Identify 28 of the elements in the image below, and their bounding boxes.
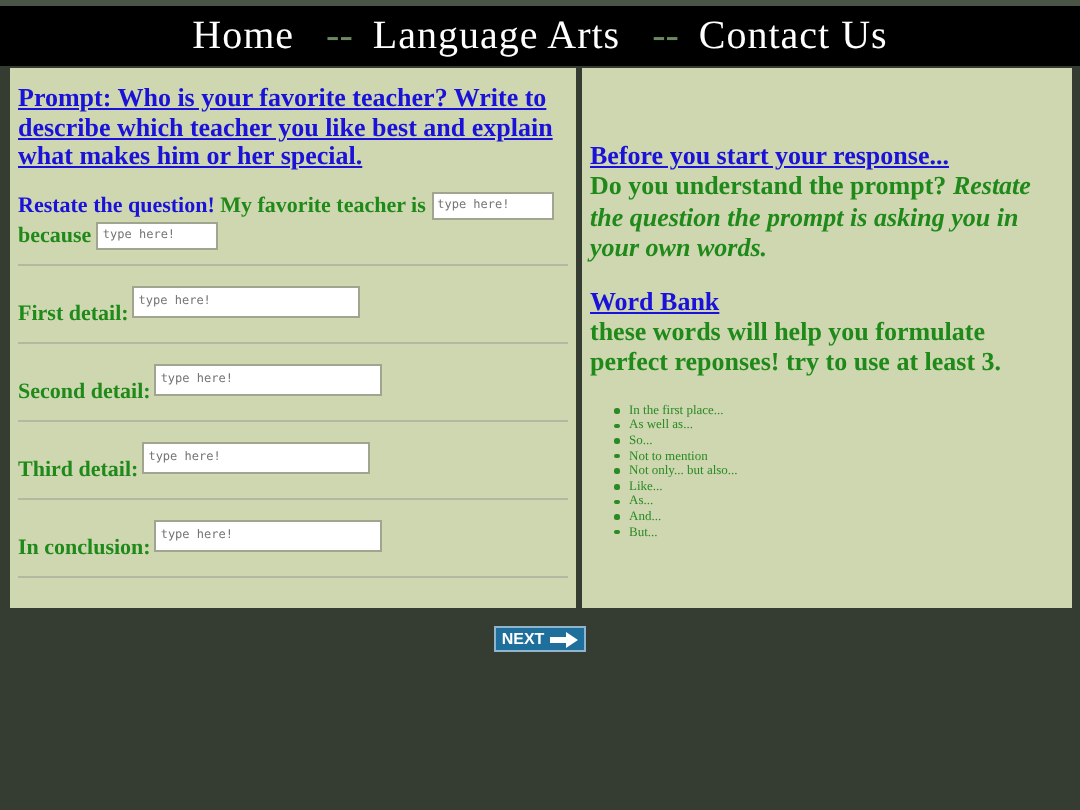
field-label: In conclusion: [18, 535, 151, 559]
prompt-link[interactable]: Prompt: Who is your favorite teacher? Write to describe which teacher you like best and explain what makes him or her special. [18, 84, 568, 171]
bullet-icon [614, 499, 619, 505]
next-button[interactable]: NEXT [493, 626, 587, 652]
field-label: because [18, 223, 92, 247]
nav-separator: -- [326, 13, 353, 59]
arrow-icon [550, 631, 579, 647]
bullet-icon [614, 484, 619, 490]
bullet-icon [614, 408, 619, 414]
bullet-icon [614, 514, 619, 520]
field-label: First detail: [18, 301, 129, 325]
nav-separator: -- [652, 13, 679, 59]
bullet-icon [614, 468, 619, 474]
bullet-icon [614, 453, 619, 459]
field-label: My favorite teacher is [220, 193, 426, 217]
word-bank-link[interactable]: Word Bank [590, 285, 1064, 315]
tips-link[interactable]: Before you start your response... [590, 140, 1064, 170]
word-bank-intro: these words will help you formulate perfect reponses! try to use at least 3. [590, 315, 1004, 377]
instruction-text: Restate the question! [18, 193, 215, 217]
field-label: Third detail: [18, 457, 139, 481]
bullet-icon [614, 423, 619, 429]
nav-link[interactable]: Contact Us [698, 13, 888, 59]
bullet-icon [614, 438, 619, 444]
bullet-icon [614, 529, 619, 535]
nav-link[interactable]: Home [192, 13, 295, 59]
nav-link[interactable]: Language Arts [372, 13, 621, 59]
tips-text: Do you understand the prompt? Restate the question the prompt is asking you in your own words. [590, 170, 1033, 263]
field-label: Second detail: [18, 379, 151, 403]
